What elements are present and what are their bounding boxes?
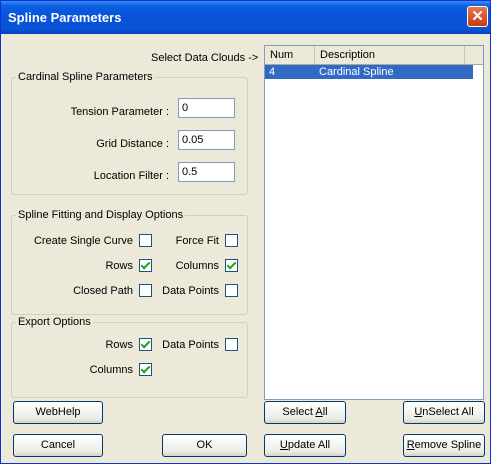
closed-path-label: Closed Path [73, 285, 133, 297]
grid-distance-label: Grid Distance : [96, 138, 169, 150]
window-title: Spline Parameters [8, 10, 122, 25]
location-filter-label: Location Filter : [93, 170, 169, 182]
remove-spline-button[interactable]: Remove Spline [403, 434, 485, 457]
spline-fitting-legend: Spline Fitting and Display Options [16, 209, 186, 221]
force-fit-label: Force Fit [175, 235, 219, 247]
title-bar[interactable]: Spline Parameters ✕ [1, 1, 490, 34]
closed-path-checkbox[interactable] [139, 284, 152, 297]
ok-button[interactable]: OK [162, 434, 247, 457]
list-item-description: Cardinal Spline [319, 66, 394, 78]
location-filter-input[interactable] [178, 162, 235, 182]
export-data-points-checkbox[interactable] [225, 338, 238, 351]
data-clouds-list[interactable]: Num Description 4 Cardinal Spline [264, 45, 484, 400]
data-points-checkbox[interactable] [225, 284, 238, 297]
export-options-group [11, 322, 248, 398]
data-points-label: Data Points [162, 285, 219, 297]
grid-distance-input[interactable] [178, 130, 235, 150]
force-fit-checkbox[interactable] [225, 234, 238, 247]
webhelp-button[interactable]: WebHelp [13, 401, 103, 424]
columns-label: Columns [175, 260, 219, 272]
dialog-body: Select Data Clouds -> Cardinal Spline Pa… [1, 34, 490, 463]
export-rows-label: Rows [105, 339, 133, 351]
column-header-num[interactable]: Num [265, 46, 315, 64]
column-header-description[interactable]: Description [315, 46, 465, 64]
tension-parameter-input[interactable] [178, 98, 235, 118]
unselect-all-button[interactable]: UnSelect All [403, 401, 485, 424]
list-item-num: 4 [269, 66, 276, 78]
update-all-button[interactable]: Update All [264, 434, 346, 457]
export-options-legend: Export Options [16, 316, 93, 328]
cardinal-spline-legend: Cardinal Spline Parameters [16, 71, 155, 83]
export-columns-checkbox[interactable] [139, 363, 152, 376]
rows-checkbox[interactable] [139, 259, 152, 272]
export-columns-label: Columns [89, 364, 133, 376]
cancel-button[interactable]: Cancel [13, 434, 103, 457]
select-all-button[interactable]: Select All [264, 401, 346, 424]
tension-parameter-label: Tension Parameter : [70, 106, 169, 118]
list-item[interactable]: 4 Cardinal Spline [265, 65, 473, 79]
create-single-curve-checkbox[interactable] [139, 234, 152, 247]
export-data-points-label: Data Points [162, 339, 219, 351]
select-data-clouds-label: Select Data Clouds -> [151, 52, 259, 64]
create-single-curve-label: Create Single Curve [33, 235, 133, 247]
columns-checkbox[interactable] [225, 259, 238, 272]
rows-label: Rows [105, 260, 133, 272]
spline-parameters-dialog: Spline Parameters ✕ Select Data Clouds -… [0, 0, 491, 464]
close-icon[interactable]: ✕ [467, 6, 488, 27]
export-rows-checkbox[interactable] [139, 338, 152, 351]
list-header: Num Description [265, 46, 483, 65]
